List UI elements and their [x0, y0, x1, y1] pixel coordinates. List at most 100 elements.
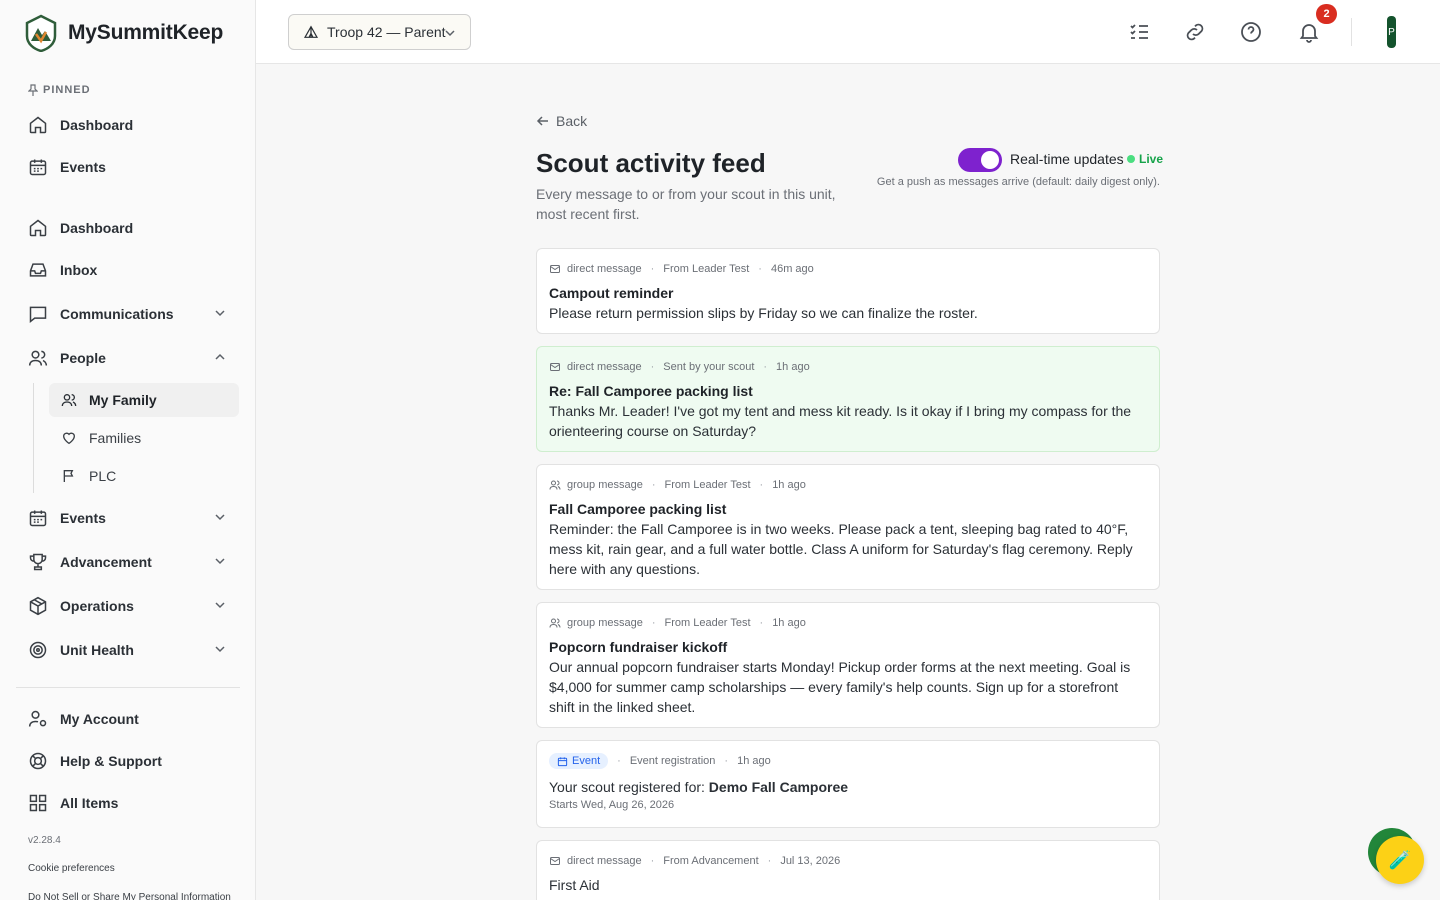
nav-label: Inbox [60, 262, 98, 278]
message-time: Jul 13, 2026 [780, 855, 841, 867]
message-time: 46m ago [770, 263, 814, 275]
event-start-date: Starts Wed, Aug 26, 2026 [549, 799, 675, 811]
message-icon [29, 306, 47, 324]
message-title: Re: Fall Camporee packing list [549, 383, 753, 399]
sidebar-item-advancement[interactable]: Advancement [16, 544, 240, 580]
live-status: Live [1127, 152, 1163, 166]
message-title: Campout reminder [549, 285, 674, 301]
message-title: Popcorn fundraiser kickoff [549, 639, 728, 655]
feed-event-item[interactable]: Event · Event registration · 1h ago Your … [536, 740, 1160, 828]
chevron-down-icon [215, 602, 225, 609]
arrow-left-icon [536, 116, 548, 126]
message-title: Fall Camporee packing list [549, 501, 727, 517]
calendar-icon [557, 756, 568, 766]
pinned-item-events[interactable]: Events [16, 149, 240, 185]
sidebar-item-inbox[interactable]: Inbox [16, 252, 240, 288]
realtime-hint: Get a push as messages arrive (default: … [876, 176, 1160, 188]
live-dot-icon [1127, 155, 1135, 163]
message-source: From Advancement [663, 855, 759, 867]
back-link[interactable]: Back [536, 113, 587, 129]
box-icon [29, 596, 47, 616]
message-type: direct message [567, 361, 642, 373]
message-type: direct message [567, 263, 642, 275]
grid-icon [29, 794, 47, 812]
trophy-icon [29, 553, 47, 571]
feed-item[interactable]: direct message · From Advancement · Jul 13… [536, 840, 1160, 900]
users-icon [28, 350, 48, 366]
sidebar-subitem-families[interactable]: Families [49, 421, 239, 455]
app-logo[interactable]: MySummitKeep [24, 14, 223, 52]
realtime-updates-label: Real-time updates [1010, 151, 1124, 167]
unit-selector[interactable]: Troop 42 — Parent [288, 14, 471, 50]
feed-item[interactable]: group message · From Leader Test · 1h ago … [536, 602, 1160, 728]
test-tube-icon: 🧪 [1388, 849, 1412, 870]
feed-item-meta: direct message · From Advancement · Jul 13… [549, 853, 1147, 869]
event-registration-text: Your scout registered for: Demo Fall Cam… [549, 777, 1147, 797]
flag-icon [63, 470, 74, 482]
message-time: 1h ago [772, 479, 806, 491]
sidebar-item-unit-health[interactable]: Unit Health [16, 632, 240, 668]
notification-count-badge: 2 [1316, 4, 1337, 24]
top-bar: Troop 42 — Parent 2 P [256, 0, 1440, 64]
event-pill: Event [549, 753, 609, 769]
feed-item-sent-by-scout[interactable]: direct message · Sent by your scout · 1h a… [536, 346, 1160, 452]
pinned-item-dashboard[interactable]: Dashboard [16, 107, 240, 143]
sidebar-item-help-support[interactable]: Help & Support [16, 743, 240, 779]
nav-label: Help & Support [60, 753, 162, 769]
message-body: Thanks Mr. Leader! I've got my tent and … [549, 403, 1132, 439]
group-icon [549, 480, 561, 490]
sidebar-item-communications[interactable]: Communications [16, 296, 240, 332]
event-category: Event registration [629, 755, 716, 767]
chevron-down-icon [215, 558, 225, 565]
live-status-text: Live [1139, 152, 1164, 166]
privacy-link[interactable]: Do Not Sell or Share My Personal Informa… [28, 892, 231, 900]
link-icon[interactable] [1183, 20, 1207, 44]
event-time: 1h ago [737, 755, 771, 767]
checklist-icon[interactable] [1127, 20, 1151, 44]
sidebar-item-operations[interactable]: Operations [16, 588, 240, 624]
message-body: Our annual popcorn fundraiser starts Mon… [549, 659, 1131, 715]
home-icon [29, 219, 47, 237]
subnav-label: Families [89, 430, 142, 446]
chevron-up-icon [215, 353, 225, 360]
nav-label: Dashboard [60, 220, 134, 236]
feed-item-meta: group message · From Leader Test · 1h ago [549, 477, 1147, 493]
sidebar-item-events[interactable]: Events [16, 500, 240, 536]
sidebar-divider [16, 687, 240, 688]
feed-item[interactable]: group message · From Leader Test · 1h ago … [536, 464, 1160, 590]
message-type: group message [567, 479, 643, 491]
back-label: Back [556, 113, 588, 129]
nav-label: Events [60, 510, 106, 526]
lifebuoy-icon [29, 752, 47, 770]
chevron-down-icon [445, 30, 455, 37]
message-source: Sent by your scout [663, 361, 755, 373]
nav-label: Dashboard [60, 117, 134, 133]
sidebar-subitem-my-family[interactable]: My Family [49, 383, 239, 417]
unit-selector-label: Troop 42 — Parent [327, 24, 446, 40]
group-icon [549, 618, 561, 628]
event-prefix: Your scout registered for: [549, 779, 705, 795]
realtime-updates-toggle[interactable] [958, 148, 1002, 172]
cookie-preferences-link[interactable]: Cookie preferences [28, 863, 115, 874]
feed-item[interactable]: direct message · From Leader Test · 46m ag… [536, 248, 1160, 334]
sidebar-item-people[interactable]: People [16, 340, 240, 376]
sidebar-subitem-plc[interactable]: PLC [49, 459, 239, 493]
feed-item-meta: group message · From Leader Test · 1h ago [549, 615, 1147, 631]
event-pill-label: Event [572, 755, 601, 767]
user-avatar[interactable]: P [1387, 16, 1396, 48]
page-subtitle: Every message to or from your scout in t… [536, 186, 836, 222]
event-name[interactable]: Demo Fall Camporee [709, 779, 848, 795]
nav-label: Unit Health [60, 642, 134, 658]
nav-label: Events [60, 159, 106, 175]
feedback-fab[interactable]: 🧪 [1376, 836, 1424, 884]
sidebar-item-all-items[interactable]: All Items [16, 785, 240, 821]
mountain-logo-icon [25, 14, 57, 52]
chevron-down-icon [215, 310, 225, 317]
sidebar-item-my-account[interactable]: My Account [16, 701, 240, 737]
target-icon [29, 641, 47, 659]
sidebar-item-dashboard[interactable]: Dashboard [16, 210, 240, 246]
pinned-section-label: PINNED [28, 84, 91, 96]
bell-icon[interactable] [1297, 20, 1321, 44]
submenu-guide-line [33, 383, 34, 493]
help-circle-icon[interactable] [1239, 20, 1263, 44]
